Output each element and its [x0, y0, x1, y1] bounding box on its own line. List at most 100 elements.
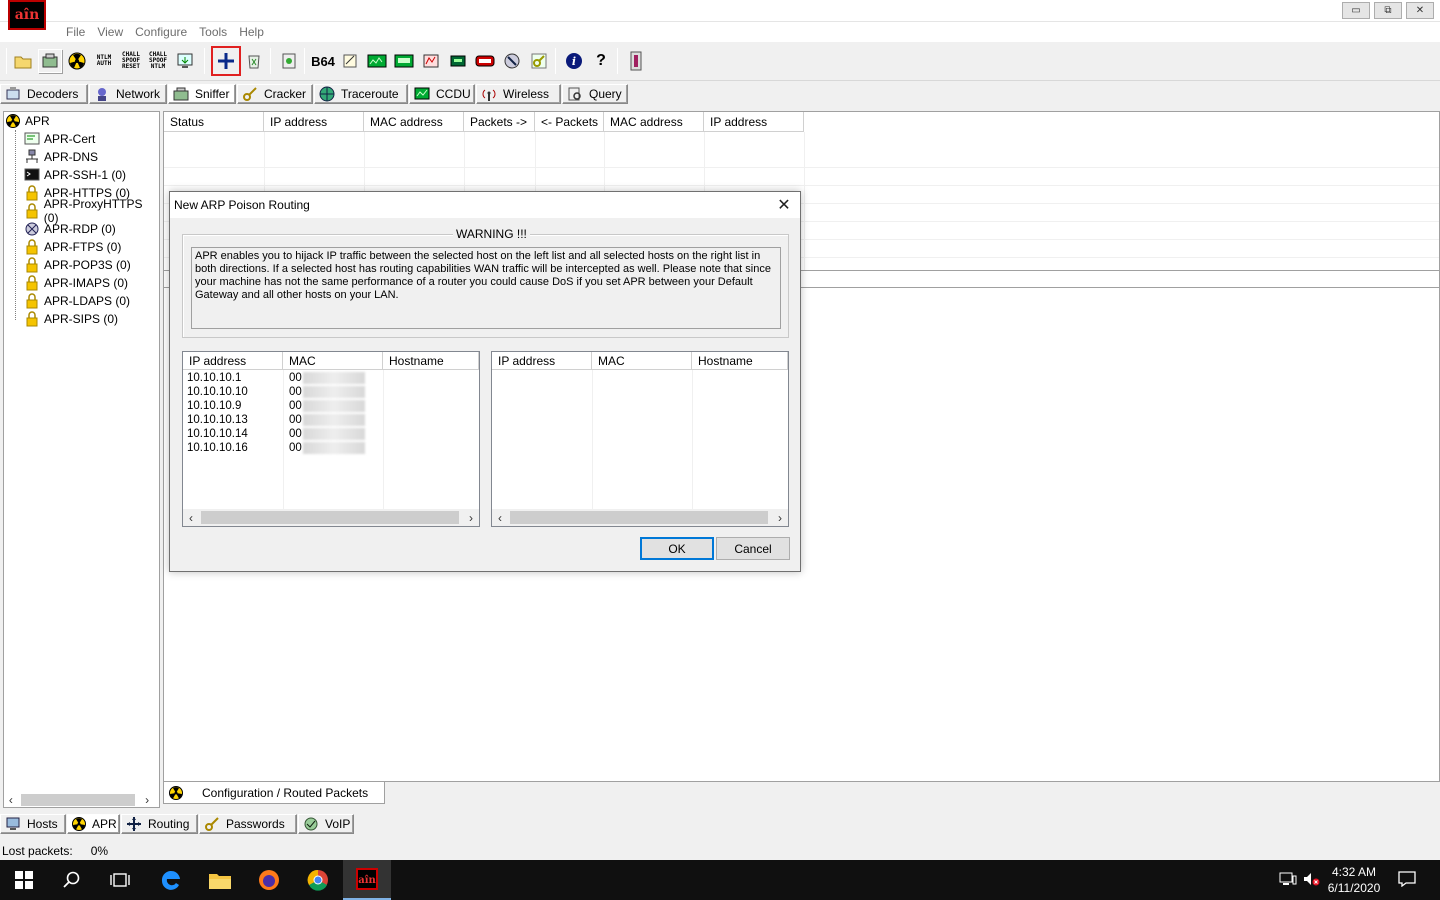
tab-voip[interactable]: VoIP: [298, 814, 354, 834]
windows-start-icon[interactable]: [0, 860, 48, 900]
minimize-button[interactable]: ▭: [1342, 2, 1370, 19]
tab-network[interactable]: Network: [89, 84, 167, 104]
terminal-icon[interactable]: [446, 49, 470, 73]
scroll-thumb[interactable]: [20, 794, 136, 806]
notifications-icon[interactable]: [1398, 871, 1416, 890]
tree-item-apr-imaps[interactable]: APR-IMAPS (0): [24, 274, 128, 292]
list-item[interactable]: 10.10.10.14 00: [187, 428, 369, 442]
monitor-download-icon[interactable]: [173, 49, 197, 73]
column-header-mac[interactable]: MAC: [592, 352, 692, 370]
app-logo[interactable]: aîn: [8, 0, 46, 30]
list-item[interactable]: 10.10.10.10 00: [187, 386, 369, 400]
tree-item-apr-ldaps[interactable]: APR-LDAPS (0): [24, 292, 130, 310]
tree-item-apr-ssh1[interactable]: APR-SSH-1 (0): [24, 166, 126, 184]
task-view-icon[interactable]: [96, 860, 144, 900]
menu-configure[interactable]: Configure: [129, 22, 193, 42]
tab-configuration-routed-packets[interactable]: Configuration / Routed Packets: [163, 782, 385, 804]
source-host-list[interactable]: IP address MAC Hostname 10.10.10.1 00 10…: [182, 351, 480, 527]
column-header-mac-address-2[interactable]: MAC address: [604, 112, 704, 132]
tab-passwords[interactable]: Passwords: [199, 814, 297, 834]
tab-sniffer[interactable]: Sniffer: [168, 84, 236, 104]
exit-door-icon[interactable]: [624, 49, 648, 73]
tree-item-apr-sips[interactable]: APR-SIPS (0): [24, 310, 118, 328]
scroll-right-icon[interactable]: ›: [772, 511, 788, 525]
system-clock[interactable]: 4:32 AM 6/11/2020: [1326, 864, 1382, 896]
list-horizontal-scrollbar[interactable]: ‹ ›: [492, 509, 788, 526]
tab-routing[interactable]: Routing: [121, 814, 198, 834]
scroll-left-icon[interactable]: ‹: [3, 793, 19, 807]
column-header-hostname[interactable]: Hostname: [383, 352, 479, 370]
chrome-icon[interactable]: [294, 860, 342, 900]
cancel-button[interactable]: Cancel: [716, 537, 790, 560]
list-item[interactable]: 10.10.10.16 00: [187, 442, 369, 456]
sniffer-toggle-icon[interactable]: [38, 49, 62, 73]
menu-view[interactable]: View: [91, 22, 129, 42]
pwd-monitor-icon[interactable]: [392, 49, 416, 73]
router-icon[interactable]: [473, 49, 497, 73]
scroll-left-icon[interactable]: ‹: [492, 511, 508, 525]
scroll-thumb[interactable]: [201, 511, 459, 524]
open-folder-icon[interactable]: [11, 49, 35, 73]
tab-cracker[interactable]: Cracker: [237, 84, 313, 104]
network-tray-icon[interactable]: [1279, 871, 1297, 890]
scroll-left-icon[interactable]: ‹: [183, 511, 199, 525]
help-icon[interactable]: ?: [589, 49, 613, 73]
ccdu-monitor-icon[interactable]: [365, 49, 389, 73]
tab-ccdu[interactable]: CCDU: [409, 84, 475, 104]
column-header-ip-address[interactable]: IP address: [264, 112, 364, 132]
menu-help[interactable]: Help: [233, 22, 270, 42]
column-header-ip-address[interactable]: IP address: [492, 352, 592, 370]
chall-spoof-ntlm-icon[interactable]: CHALL SPOOF NTLM: [146, 49, 170, 73]
column-header-ip-address-2[interactable]: IP address: [704, 112, 804, 132]
volume-muted-icon[interactable]: [1302, 871, 1320, 890]
tab-apr[interactable]: APR: [67, 814, 120, 834]
column-header-packets-out[interactable]: Packets ->: [464, 112, 535, 132]
file-explorer-icon[interactable]: [196, 860, 244, 900]
list-item[interactable]: 10.10.10.9 00: [187, 400, 369, 414]
list-item[interactable]: 10.10.10.1 00: [187, 372, 369, 386]
wireless-scanner-icon[interactable]: [500, 49, 524, 73]
cain-app-taskbar-icon[interactable]: aîn: [343, 860, 391, 900]
tree-item-apr-rdp[interactable]: APR-RDP (0): [24, 220, 116, 238]
tree-horizontal-scrollbar[interactable]: ‹ ›: [3, 792, 155, 808]
tree-item-apr-dns[interactable]: APR-DNS: [24, 148, 98, 166]
menu-tools[interactable]: Tools: [193, 22, 233, 42]
tab-traceroute[interactable]: Traceroute: [314, 84, 408, 104]
tree-item-apr-proxyhttps[interactable]: APR-ProxyHTTPS (0): [24, 197, 159, 225]
column-header-hostname[interactable]: Hostname: [692, 352, 788, 370]
column-header-status[interactable]: Status: [164, 112, 264, 132]
close-button[interactable]: ✕: [1406, 2, 1434, 19]
base64-icon[interactable]: B64: [311, 49, 335, 73]
column-header-mac[interactable]: MAC: [283, 352, 383, 370]
scroll-thumb[interactable]: [510, 511, 768, 524]
info-icon[interactable]: i: [562, 49, 586, 73]
firefox-icon[interactable]: [245, 860, 293, 900]
tab-query[interactable]: Query: [562, 84, 628, 104]
column-header-mac-address[interactable]: MAC address: [364, 112, 464, 132]
ntlm-auth-icon[interactable]: NTLM AUTH: [92, 49, 116, 73]
tree-item-apr-ftps[interactable]: APR-FTPS (0): [24, 238, 121, 256]
radiation-icon[interactable]: [65, 49, 89, 73]
chall-spoof-reset-icon[interactable]: CHALL SPOOF RESET: [119, 49, 143, 73]
tab-hosts[interactable]: Hosts: [0, 814, 66, 834]
certificate-icon[interactable]: [277, 49, 301, 73]
scroll-right-icon[interactable]: ›: [139, 793, 155, 807]
tree-item-apr-cert[interactable]: APR-Cert: [24, 130, 95, 148]
add-apr-entry-icon[interactable]: [211, 46, 241, 76]
close-icon[interactable]: ✕: [774, 195, 794, 215]
list-horizontal-scrollbar[interactable]: ‹ ›: [183, 509, 479, 526]
menu-file[interactable]: File: [60, 22, 91, 42]
tab-decoders[interactable]: Decoders: [0, 84, 88, 104]
target-host-list[interactable]: IP address MAC Hostname ‹ ›: [491, 351, 789, 527]
column-header-packets-in[interactable]: <- Packets: [535, 112, 604, 132]
search-icon[interactable]: [48, 860, 96, 900]
column-header-ip-address[interactable]: IP address: [183, 352, 283, 370]
list-item[interactable]: 10.10.10.13 00: [187, 414, 369, 428]
recycle-bin-icon[interactable]: [242, 49, 266, 73]
key-icon[interactable]: [527, 49, 551, 73]
tab-wireless[interactable]: Wireless: [476, 84, 561, 104]
edge-browser-icon[interactable]: [147, 860, 195, 900]
ok-button[interactable]: OK: [640, 537, 714, 560]
network-card-icon[interactable]: [419, 49, 443, 73]
scroll-right-icon[interactable]: ›: [463, 511, 479, 525]
